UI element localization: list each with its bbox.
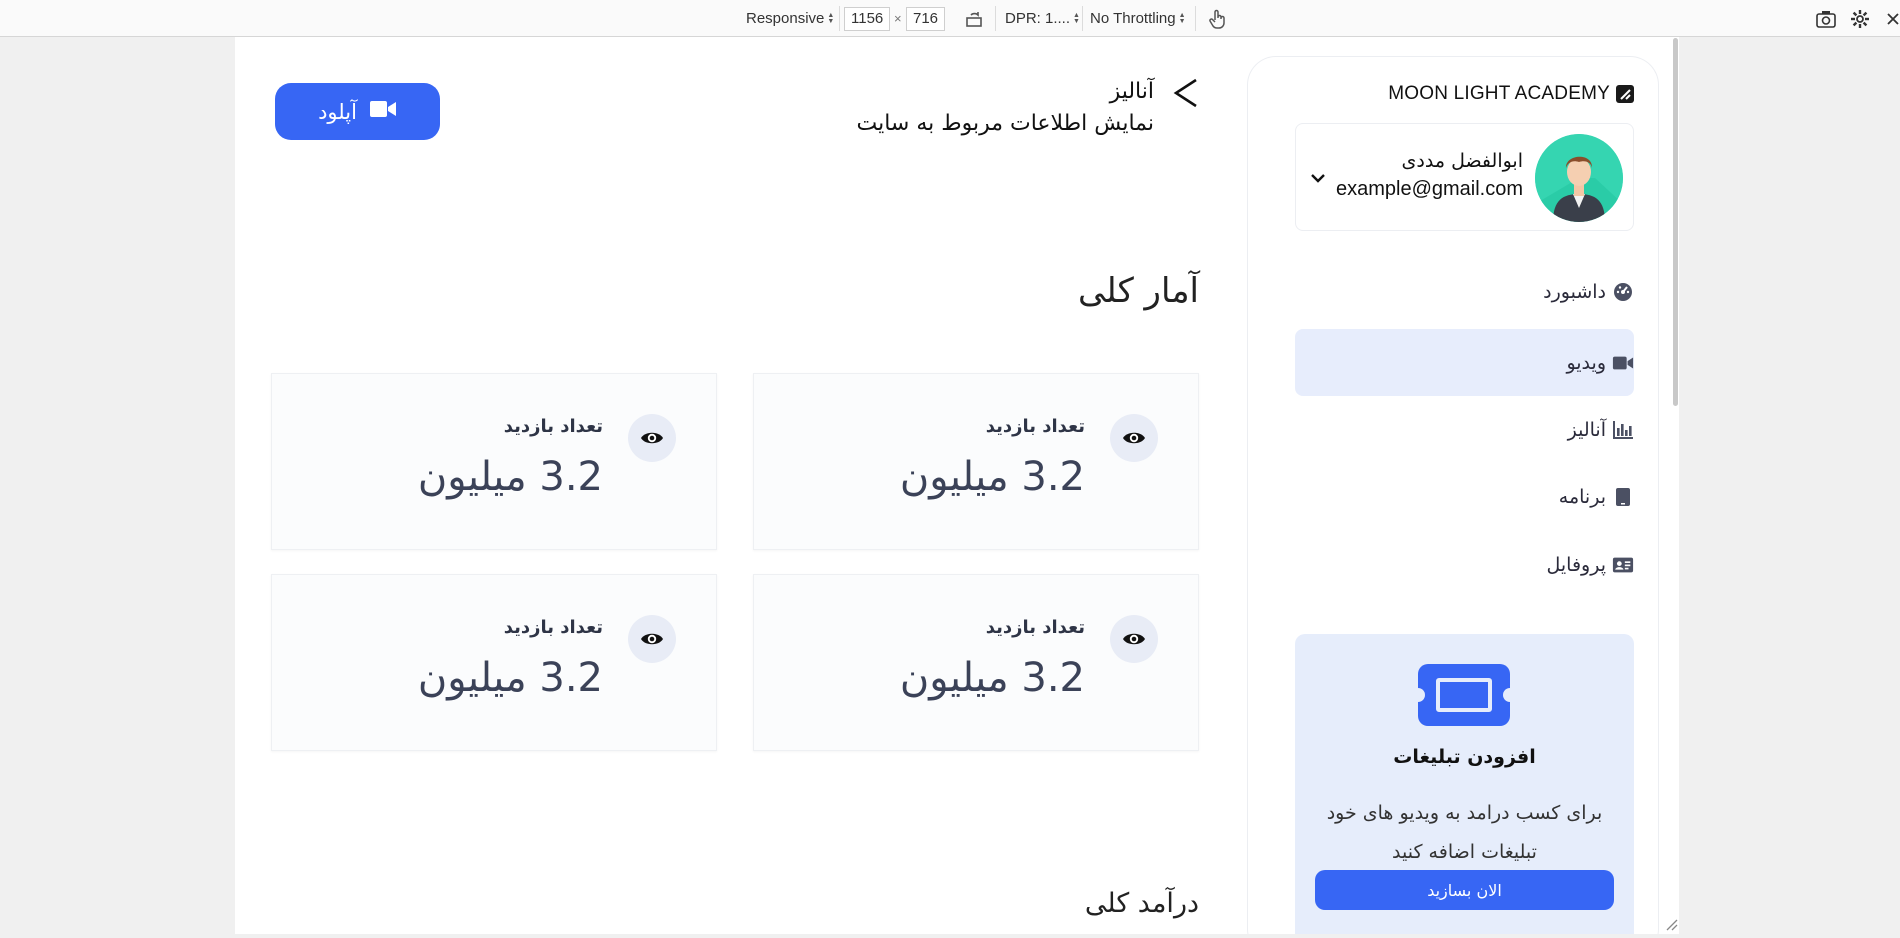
video-camera-icon [1612, 352, 1634, 374]
resize-handle-icon[interactable] [1662, 915, 1678, 931]
promo-title: افزودن تبلیغات [1393, 746, 1536, 768]
stat-label: تعداد بازدید [985, 617, 1085, 638]
bar-chart-icon [1612, 419, 1634, 441]
user-email: example@gmail.com [1335, 178, 1523, 200]
sidebar-item-label: ویدیو [1566, 351, 1606, 374]
page-title: آنالیز [1109, 79, 1154, 104]
device-select[interactable]: Responsive ▲ ▼ [746, 0, 834, 37]
width-value: 1156 [851, 10, 884, 27]
ads-promo-card: افزودن تبلیغات برای کسب درامد به ویدیو ه… [1295, 634, 1634, 934]
upload-button-label: آپلود [318, 99, 357, 124]
devtools-toolbar: Responsive ▲ ▼ 1156 × 716 DPR: 1.... ▲ ▼ N… [0, 0, 1900, 37]
eye-icon [628, 615, 676, 663]
tablet-icon [1612, 486, 1634, 508]
user-name: ابوالفضل مددی [1401, 150, 1523, 172]
throttling-select-label: No Throttling [1090, 10, 1176, 27]
sidebar-item-video[interactable]: ویدیو [1295, 329, 1634, 396]
stat-label: تعداد بازدید [985, 416, 1085, 437]
divider [839, 6, 840, 31]
vertical-scrollbar[interactable] [1673, 38, 1678, 406]
divider [1082, 6, 1083, 31]
sidebar-item-label: پروفایل [1546, 553, 1607, 576]
ticket-icon [1411, 664, 1517, 726]
sidebar-item-label: آنالیز [1567, 418, 1606, 441]
sidebar-item-label: داشبورد [1543, 280, 1606, 303]
settings-gear-icon[interactable] [1850, 0, 1870, 37]
promo-text: برای کسب درامد به ویدیو های خود تبلیغات … [1326, 802, 1603, 863]
page-subtitle: نمایش اطلاعات مربوط به سایت [856, 111, 1154, 136]
sidebar-item-profile[interactable]: پروفایل [1295, 531, 1634, 598]
eye-icon [1110, 615, 1158, 663]
times-sign: × [894, 11, 902, 26]
id-card-icon [1612, 554, 1634, 576]
stat-card: تعداد بازدید 3.2 میلیون [753, 574, 1199, 751]
sidebar-item-schedule[interactable]: برنامه [1295, 463, 1634, 530]
divider [995, 6, 996, 31]
stat-value: 3.2 میلیون [899, 655, 1085, 701]
close-icon[interactable] [1886, 0, 1900, 37]
create-now-button-label: الان بسازید [1427, 880, 1502, 900]
select-arrows-icon: ▲ ▼ [827, 11, 835, 25]
stat-card: تعداد بازدید 3.2 میلیون [753, 373, 1199, 550]
upload-button[interactable]: آپلود [275, 83, 440, 140]
stat-card: تعداد بازدید 3.2 میلیون [271, 574, 717, 751]
sidebar: MOON LIGHT ACADEMY ابوالفضل مددی example… [1248, 57, 1658, 934]
brand-name: MOON LIGHT ACADEMY [1388, 83, 1610, 104]
touch-icon[interactable] [1207, 0, 1227, 37]
chevron-down-icon[interactable] [1308, 168, 1328, 188]
width-input[interactable]: 1156 [844, 6, 891, 31]
brand-logo-icon [1616, 85, 1634, 103]
brand[interactable]: MOON LIGHT ACADEMY [1388, 83, 1634, 105]
stat-value: 3.2 میلیون [417, 655, 603, 701]
income-section-title: درآمد کلی [1084, 888, 1199, 919]
avatar [1535, 134, 1623, 222]
height-input[interactable]: 716 [906, 6, 946, 31]
select-arrows-icon: ▲ ▼ [1073, 11, 1080, 25]
user-card[interactable]: ابوالفضل مددی example@gmail.com [1295, 123, 1634, 231]
stat-label: تعداد بازدید [503, 416, 603, 437]
screenshot-icon[interactable] [1816, 0, 1836, 37]
stat-value: 3.2 میلیون [899, 454, 1085, 500]
stat-label: تعداد بازدید [503, 617, 603, 638]
rotate-icon[interactable] [964, 0, 984, 37]
divider [1195, 6, 1196, 31]
eye-icon [1110, 414, 1158, 462]
page-viewport: MOON LIGHT ACADEMY ابوالفضل مددی example… [235, 37, 1679, 934]
overview-section-title: آمار کلی [1077, 271, 1199, 311]
dpr-select-label: DPR: 1.... [1005, 10, 1071, 27]
height-value: 716 [913, 10, 939, 27]
sidebar-item-dashboard[interactable]: داشبورد [1295, 258, 1634, 325]
eye-icon [628, 414, 676, 462]
video-camera-icon [369, 99, 397, 124]
gauge-icon [1612, 281, 1634, 303]
device-select-label: Responsive [746, 10, 825, 27]
throttling-select[interactable]: No Throttling ▲ ▼ [1090, 0, 1186, 37]
sidebar-item-analysis[interactable]: آنالیز [1295, 396, 1634, 463]
back-chevron-icon[interactable] [1170, 76, 1200, 110]
select-arrows-icon: ▲ ▼ [1178, 11, 1186, 25]
dpr-select[interactable]: DPR: 1.... ▲ ▼ [1005, 0, 1080, 37]
create-now-button[interactable]: الان بسازید [1315, 870, 1614, 910]
stat-card: تعداد بازدید 3.2 میلیون [271, 373, 717, 550]
sidebar-item-label: برنامه [1558, 485, 1606, 508]
stat-value: 3.2 میلیون [417, 454, 603, 500]
